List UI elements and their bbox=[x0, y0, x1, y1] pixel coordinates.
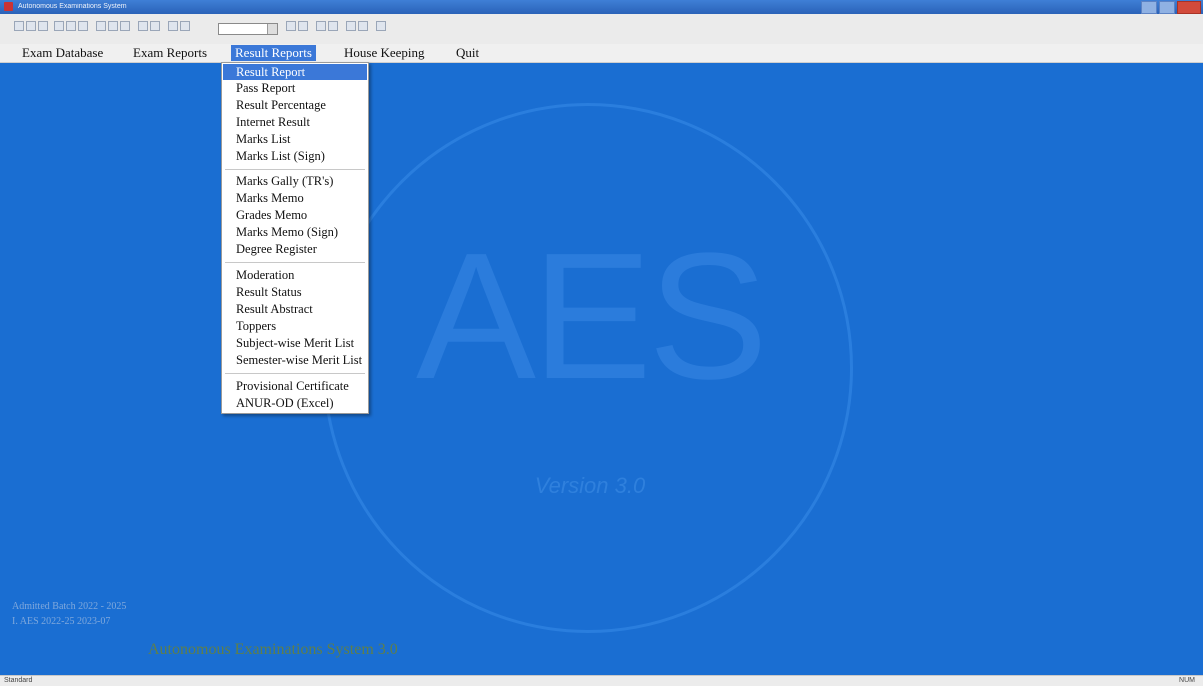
toolbar-tile-icon[interactable] bbox=[358, 21, 368, 31]
menu-item-pass-report[interactable]: Pass Report bbox=[223, 80, 367, 96]
menu-item-result-status[interactable]: Result Status bbox=[223, 284, 367, 300]
menu-item-grades-memo[interactable]: Grades Memo bbox=[223, 207, 367, 223]
menu-item-result-report[interactable]: Result Report bbox=[223, 64, 367, 80]
menu-item-semester-merit-list[interactable]: Semester-wise Merit List bbox=[223, 352, 367, 368]
status-bar: Standard NUM bbox=[0, 675, 1203, 686]
close-button[interactable] bbox=[1177, 1, 1201, 14]
batch-info-line2: I. AES 2022-25 2023-07 bbox=[12, 616, 111, 627]
result-reports-dropdown: Result Report Pass Report Result Percent… bbox=[221, 62, 369, 414]
app-icon bbox=[4, 2, 13, 11]
toolbar-chart-icon[interactable] bbox=[298, 21, 308, 31]
menu-item-subject-merit-list[interactable]: Subject-wise Merit List bbox=[223, 335, 367, 351]
minimize-button[interactable] bbox=[1141, 1, 1157, 14]
menu-item-marks-list-sign[interactable]: Marks List (Sign) bbox=[223, 148, 367, 164]
menu-item-toppers[interactable]: Toppers bbox=[223, 318, 367, 334]
toolbar-combo[interactable] bbox=[218, 23, 278, 35]
menu-exam-reports[interactable]: Exam Reports bbox=[129, 45, 211, 61]
watermark-logo: AES bbox=[415, 216, 768, 417]
menu-exam-database[interactable]: Exam Database bbox=[18, 45, 107, 61]
watermark-version: Version 3.0 bbox=[534, 473, 646, 498]
toolbar-cut-icon[interactable] bbox=[96, 21, 106, 31]
toolbar-copy-icon[interactable] bbox=[108, 21, 118, 31]
main-desktop: AES Version 3.0 Admitted Batch 2022 - 20… bbox=[0, 63, 1203, 675]
menu-separator bbox=[225, 169, 365, 170]
toolbar-undo-icon[interactable] bbox=[138, 21, 148, 31]
menu-item-marks-list[interactable]: Marks List bbox=[223, 131, 367, 147]
menu-bar: Exam Database Exam Reports Result Report… bbox=[0, 44, 1203, 63]
toolbar-filter-icon[interactable] bbox=[78, 21, 88, 31]
toolbar-view-icon[interactable] bbox=[286, 21, 296, 31]
footer-app-name: Autonomous Examinations System 3.0 bbox=[148, 641, 398, 658]
toolbar-find-icon[interactable] bbox=[66, 21, 76, 31]
batch-info-line1: Admitted Batch 2022 - 2025 bbox=[12, 601, 127, 612]
maximize-button[interactable] bbox=[1159, 1, 1175, 14]
menu-item-provisional-certificate[interactable]: Provisional Certificate bbox=[223, 378, 367, 394]
toolbar-help-icon[interactable] bbox=[376, 21, 386, 31]
toolbar-save-icon[interactable] bbox=[38, 21, 48, 31]
menu-item-marks-memo-sign[interactable]: Marks Memo (Sign) bbox=[223, 224, 367, 240]
toolbar-binoculars-icon[interactable] bbox=[316, 21, 326, 31]
toolbar-first-icon[interactable] bbox=[14, 21, 24, 31]
menu-item-anur-od-excel[interactable]: ANUR-OD (Excel) bbox=[223, 395, 367, 411]
menu-separator bbox=[225, 262, 365, 263]
toolbar-window-icon[interactable] bbox=[346, 21, 356, 31]
toolbar-redo-icon[interactable] bbox=[150, 21, 160, 31]
menu-item-moderation[interactable]: Moderation bbox=[223, 267, 367, 283]
toolbar-print-icon[interactable] bbox=[54, 21, 64, 31]
window-title: Autonomous Examinations System bbox=[18, 3, 127, 10]
toolbar-grid-icon[interactable] bbox=[180, 21, 190, 31]
menu-item-result-percentage[interactable]: Result Percentage bbox=[223, 97, 367, 113]
toolbar-search-icon[interactable] bbox=[328, 21, 338, 31]
menu-quit[interactable]: Quit bbox=[452, 45, 483, 61]
toolbar-prev-icon[interactable] bbox=[26, 21, 36, 31]
window-controls bbox=[1141, 1, 1201, 14]
menu-item-degree-register[interactable]: Degree Register bbox=[223, 241, 367, 257]
toolbar-paste-icon[interactable] bbox=[120, 21, 130, 31]
title-bar: Autonomous Examinations System bbox=[0, 0, 1203, 14]
toolbar-sort-icon[interactable] bbox=[168, 21, 178, 31]
toolbar bbox=[0, 14, 1203, 45]
menu-item-result-abstract[interactable]: Result Abstract bbox=[223, 301, 367, 317]
menu-result-reports[interactable]: Result Reports bbox=[231, 45, 316, 61]
menu-house-keeping[interactable]: House Keeping bbox=[340, 45, 429, 61]
menu-item-marks-gally[interactable]: Marks Gally (TR's) bbox=[223, 173, 367, 189]
menu-item-internet-result[interactable]: Internet Result bbox=[223, 114, 367, 130]
menu-item-marks-memo[interactable]: Marks Memo bbox=[223, 190, 367, 206]
menu-separator bbox=[225, 373, 365, 374]
